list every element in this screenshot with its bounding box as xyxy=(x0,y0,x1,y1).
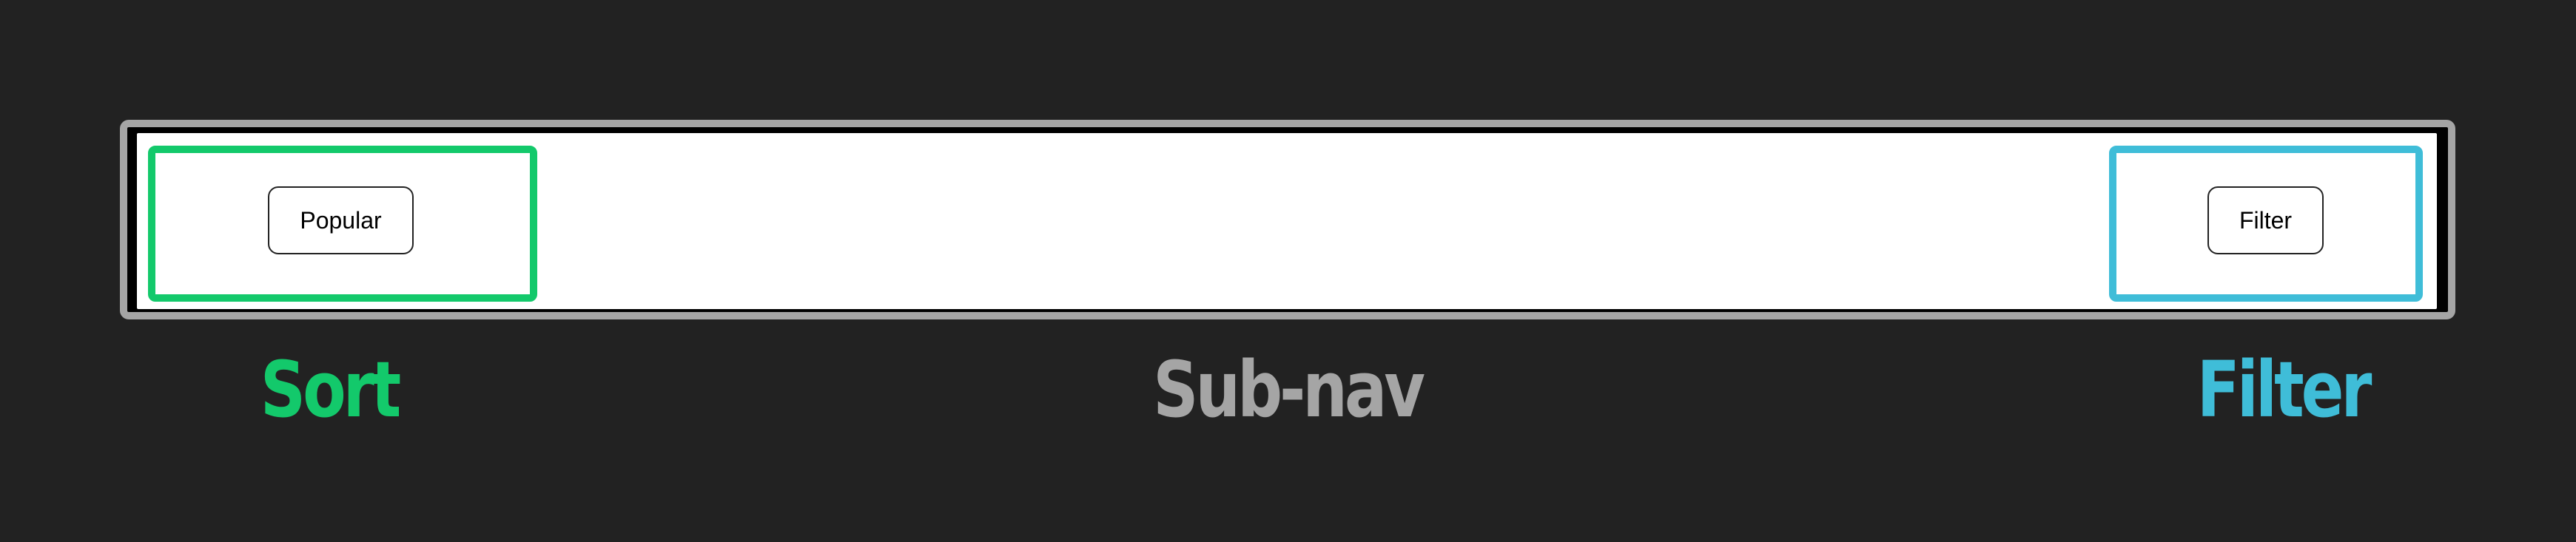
sort-caption: Sort xyxy=(260,345,402,435)
subnav-caption: Sub-nav xyxy=(1153,345,1425,435)
filter-button[interactable]: Filter xyxy=(2207,186,2324,254)
filter-caption: Filter xyxy=(2196,345,2372,435)
popular-sort-button[interactable]: Popular xyxy=(268,186,414,254)
